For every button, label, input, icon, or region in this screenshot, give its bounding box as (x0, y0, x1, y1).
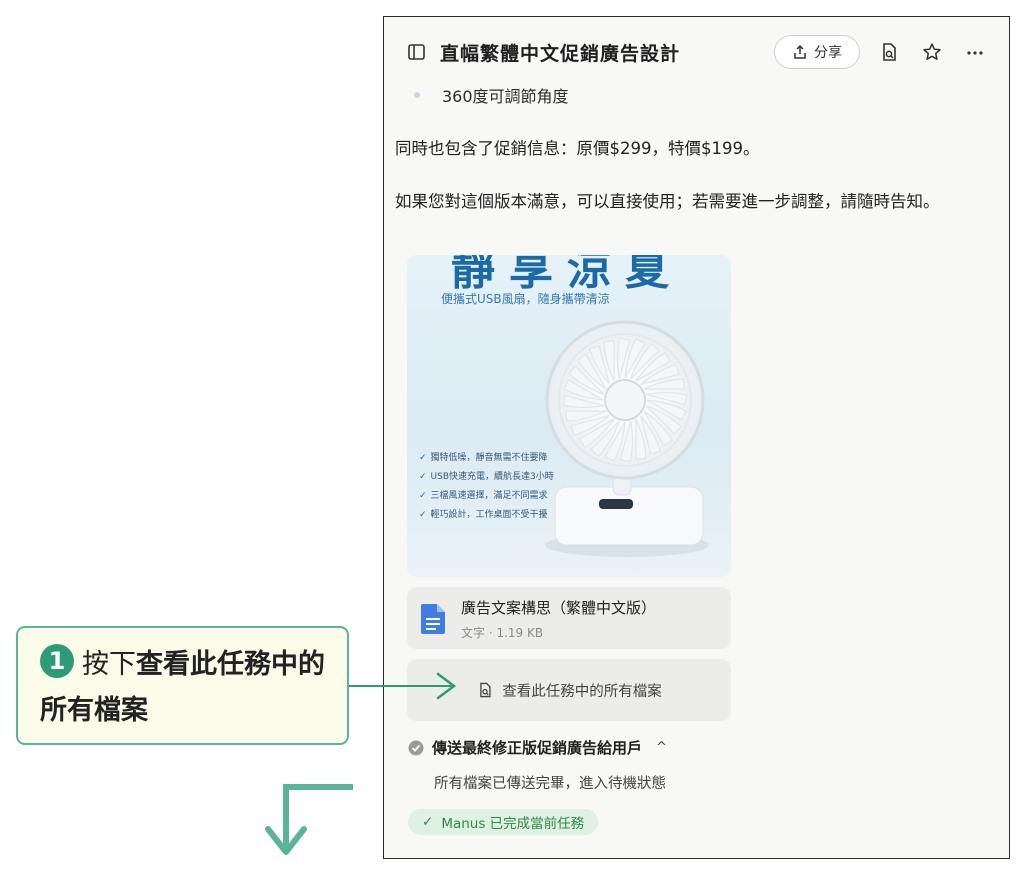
star-icon[interactable] (921, 41, 943, 63)
share-icon (794, 44, 806, 59)
chevron-up-icon[interactable]: ^ (656, 740, 667, 755)
step-description: 所有檔案已傳送完畢，進入待機狀態 (434, 776, 666, 792)
file-attachment-card[interactable]: 廣告文案構思（繁體中文版） 文字 · 1.19 KB (407, 587, 731, 649)
file-name: 廣告文案構思（繁體中文版） (461, 599, 657, 617)
instruction-callout: 1 按下查看此任務中的所有檔案 (16, 626, 349, 745)
view-all-files-label: 查看此任務中的所有檔案 (502, 683, 662, 700)
task-title: 直幅繁體中文促銷廣告設計 (440, 43, 681, 65)
poster-feature: ✓ 獨特低噪，靜音無需不住要降 (419, 453, 548, 463)
task-header: 直幅繁體中文促銷廣告設計 分享 (384, 17, 1009, 83)
instruction-prefix: 按下 (82, 649, 136, 680)
message-paragraph: 如果您對這個版本滿意，可以直接使用；若需要進一步調整，請隨時告知。 (395, 192, 940, 211)
files-icon[interactable] (878, 41, 900, 63)
files-icon (480, 682, 491, 698)
document-icon (421, 604, 445, 634)
file-meta: 文字 · 1.19 KB (461, 626, 544, 640)
more-icon[interactable] (964, 41, 986, 63)
bullet-text: 360度可調節角度 (442, 87, 569, 106)
instruction-text: 按下查看此任務中的所有檔案 (40, 642, 340, 734)
status-badge-label: Manus 已完成當前任務 (441, 816, 585, 832)
share-button[interactable]: 分享 (774, 35, 860, 69)
bullet-dot (414, 92, 420, 98)
poster-feature: ✓ 輕巧設計，工作桌面不受干擾 (419, 510, 548, 520)
panel-icon[interactable] (408, 44, 425, 60)
task-panel: 直幅繁體中文促銷廣告設計 分享 360度可調節角度 同時也包含了促銷信息：原價$… (383, 16, 1010, 859)
poster-feature: ✓ USB快速充電，續航長達3小時 (419, 472, 554, 482)
bullet-item: 360度可調節角度 (414, 83, 569, 107)
check-circle-icon (408, 740, 424, 755)
promo-poster-image[interactable]: 靜享涼夏 便攜式USB風扇，隨身攜帶清涼 ✓ 獨特低噪，靜音無需不住要降 ✓ USB… (407, 255, 731, 577)
step-title: 傳送最終修正版促銷廣告給用戶 (432, 739, 643, 757)
task-step[interactable]: 傳送最終修正版促銷廣告給用戶 ^ (408, 737, 667, 758)
status-badge: ✓ Manus 已完成當前任務 (408, 809, 599, 835)
view-all-files-button[interactable]: 查看此任務中的所有檔案 (407, 659, 731, 721)
share-label: 分享 (814, 45, 842, 61)
message-paragraph: 同時也包含了促銷信息：原價$299，特價$199。 (395, 139, 760, 158)
poster-feature: ✓ 三檔風速選擇，滿足不同需求 (419, 491, 548, 501)
check-icon: ✓ (422, 814, 434, 830)
poster-feature-list: ✓ 獨特低噪，靜音無需不住要降 ✓ USB快速充電，續航長達3小時 ✓ 三檔風速選擇，… (419, 453, 559, 529)
